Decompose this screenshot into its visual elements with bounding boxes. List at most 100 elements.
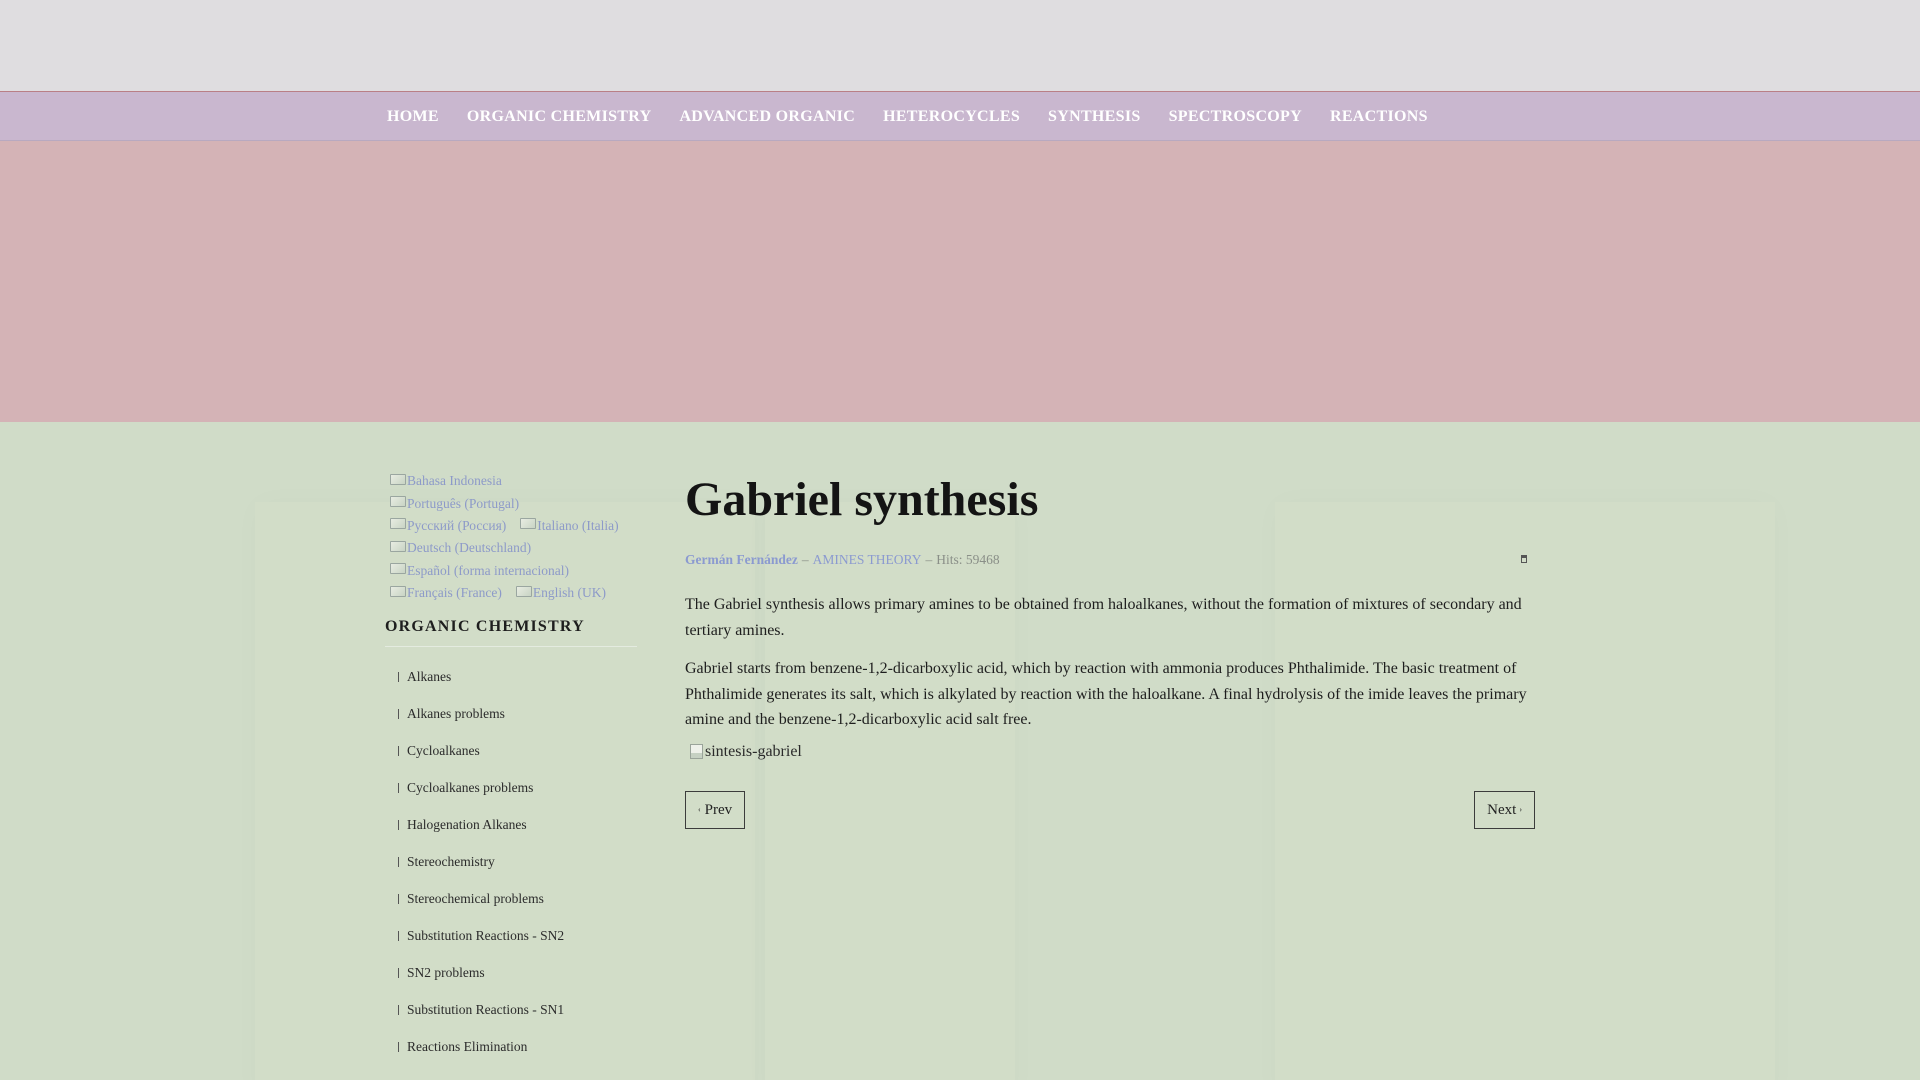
flag-icon bbox=[520, 518, 537, 530]
sidebar-item-cycloalkanes[interactable]: Cycloalkanes bbox=[385, 743, 637, 780]
print-icon[interactable] bbox=[1521, 555, 1527, 563]
flag-icon bbox=[515, 585, 532, 597]
language-label: Deutsch (Deutschland) bbox=[407, 540, 532, 556]
sidebar-item-substitution-sn1[interactable]: Substitution Reactions - SN1 bbox=[385, 1002, 637, 1039]
author-link[interactable]: Germán Fernández bbox=[685, 552, 798, 568]
bullet-icon bbox=[398, 1042, 401, 1053]
bullet-icon bbox=[398, 894, 401, 905]
sidebar-item-label: Cycloalkanes bbox=[407, 743, 480, 759]
page-title: Gabriel synthesis bbox=[685, 473, 1039, 526]
article-meta: Germán Fernández – AMINES THEORY – Hits:… bbox=[685, 552, 1535, 568]
nav-item-advanced-organic[interactable]: ADVANCED ORGANIC bbox=[679, 108, 855, 126]
language-switcher: Bahasa Indonesia Português (Portugal) Ру… bbox=[385, 470, 637, 604]
language-label: Bahasa Indonesia bbox=[407, 473, 502, 489]
nav-item-heterocycles[interactable]: HETEROCYCLES bbox=[883, 108, 1020, 126]
language-link-deutsch[interactable]: Deutsch (Deutschland) bbox=[390, 537, 531, 559]
sidebar-item-label: Stereochemical problems bbox=[407, 891, 544, 907]
language-link-bahasa-indonesia[interactable]: Bahasa Indonesia bbox=[390, 470, 502, 492]
language-label: Español (forma internacional) bbox=[407, 562, 569, 578]
language-label: Italiano (Italia) bbox=[537, 517, 619, 533]
article-main: Gabriel synthesis Germán Fernández – AMI… bbox=[685, 470, 1535, 829]
chevron-left-icon: ‹ bbox=[698, 804, 701, 814]
sidebar-item-stereochemical-problems[interactable]: Stereochemical problems bbox=[385, 891, 637, 928]
language-row: Português (Portugal) bbox=[390, 492, 637, 514]
nav-item-spectroscopy[interactable]: SPECTROSCOPY bbox=[1169, 108, 1302, 126]
language-label: Português (Portugal) bbox=[407, 495, 520, 511]
bullet-icon bbox=[398, 820, 401, 831]
article-paragraph: The Gabriel synthesis allows primary ami… bbox=[685, 596, 1522, 639]
bullet-icon bbox=[398, 1005, 401, 1016]
language-row: Español (forma internacional) bbox=[390, 560, 637, 582]
sidebar-item-halogenation-alkanes[interactable]: Halogenation Alkanes bbox=[385, 817, 637, 854]
next-button[interactable]: Next › bbox=[1474, 790, 1535, 829]
bullet-icon bbox=[398, 709, 401, 720]
language-row: Français (France) English (UK) bbox=[390, 582, 637, 604]
sidebar-item-label: Stereochemistry bbox=[407, 854, 495, 870]
sidebar-item-sn2-problems[interactable]: SN2 problems bbox=[385, 965, 637, 1002]
sidebar-item-label: Alkanes problems bbox=[407, 706, 505, 722]
flag-icon bbox=[390, 585, 406, 597]
image-alt-text: sintesis-gabriel bbox=[705, 742, 802, 760]
sidebar-item-label: Reactions Elimination bbox=[407, 1039, 528, 1055]
flag-icon bbox=[390, 473, 406, 485]
sidebar-item-label: SN2 problems bbox=[407, 965, 485, 981]
nav-item-home[interactable]: HOME bbox=[387, 108, 439, 126]
chevron-right-icon: › bbox=[1519, 804, 1522, 814]
nav-item-synthesis[interactable]: SYNTHESIS bbox=[1048, 108, 1141, 126]
bullet-icon bbox=[398, 783, 401, 794]
flag-icon bbox=[390, 496, 406, 508]
flag-icon bbox=[390, 540, 406, 552]
language-link-espanol[interactable]: Español (forma internacional) bbox=[390, 560, 569, 582]
pagination: ‹ Prev Next › bbox=[685, 790, 1535, 829]
top-header bbox=[0, 0, 1920, 92]
language-link-english[interactable]: English (UK) bbox=[515, 582, 606, 604]
bullet-icon bbox=[398, 857, 401, 868]
article-image: sintesis-gabriel bbox=[690, 743, 1535, 761]
sidebar-item-stereochemistry[interactable]: Stereochemistry bbox=[385, 854, 637, 891]
sidebar-item-alkanes[interactable]: Alkanes bbox=[385, 669, 637, 706]
language-label: Русский (Россия) bbox=[407, 517, 507, 533]
broken-image-icon bbox=[690, 744, 703, 759]
category-link[interactable]: AMINES THEORY bbox=[813, 552, 922, 568]
sidebar-item-substitution-sn2[interactable]: Substitution Reactions - SN2 bbox=[385, 928, 637, 965]
bullet-icon bbox=[398, 931, 401, 942]
nav-item-reactions[interactable]: REACTIONS bbox=[1330, 108, 1428, 126]
language-row: Deutsch (Deutschland) bbox=[390, 537, 637, 559]
meta-separator: – bbox=[925, 552, 933, 567]
sidebar: Bahasa Indonesia Português (Portugal) Ру… bbox=[385, 470, 637, 1076]
sidebar-item-cycloalkanes-problems[interactable]: Cycloalkanes problems bbox=[385, 780, 637, 817]
language-link-russian[interactable]: Русский (Россия) bbox=[390, 515, 506, 537]
bullet-icon bbox=[398, 672, 401, 683]
nav-item-organic-chemistry[interactable]: ORGANIC CHEMISTRY bbox=[467, 108, 652, 126]
language-label: English (UK) bbox=[532, 585, 606, 601]
language-link-portugues[interactable]: Português (Portugal) bbox=[390, 492, 519, 514]
language-link-italiano[interactable]: Italiano (Italia) bbox=[520, 515, 619, 537]
sidebar-item-alkanes-problems[interactable]: Alkanes problems bbox=[385, 706, 637, 743]
prev-label: Prev bbox=[704, 801, 733, 818]
next-label: Next bbox=[1487, 801, 1517, 818]
sidebar-item-label: Cycloalkanes problems bbox=[407, 780, 534, 796]
flag-icon bbox=[390, 563, 406, 575]
language-row: Русский (Россия) Italiano (Italia) bbox=[390, 515, 637, 537]
article-paragraph: Gabriel starts from benzene-1,2-dicarbox… bbox=[685, 660, 1527, 728]
bullet-icon bbox=[398, 746, 401, 757]
banner-area bbox=[0, 141, 1920, 422]
sidebar-item-label: Substitution Reactions - SN1 bbox=[407, 1002, 565, 1018]
sidebar-item-label: Alkanes bbox=[407, 669, 452, 685]
main-navbar: HOME ORGANIC CHEMISTRY ADVANCED ORGANIC … bbox=[0, 92, 1920, 141]
language-label: Français (France) bbox=[407, 585, 502, 601]
prev-button[interactable]: ‹ Prev bbox=[685, 790, 746, 829]
meta-separator: – bbox=[801, 552, 809, 567]
hits-count: Hits: 59468 bbox=[936, 552, 1000, 567]
sidebar-item-reactions-elimination[interactable]: Reactions Elimination bbox=[385, 1039, 637, 1076]
sidebar-menu: Alkanes Alkanes problems Cycloalkanes Cy… bbox=[385, 669, 637, 1076]
sidebar-item-label: Substitution Reactions - SN2 bbox=[407, 928, 565, 944]
article-body: The Gabriel synthesis allows primary ami… bbox=[685, 592, 1535, 733]
bullet-icon bbox=[398, 968, 401, 979]
language-link-francais[interactable]: Français (France) bbox=[390, 582, 502, 604]
nav-menu: HOME ORGANIC CHEMISTRY ADVANCED ORGANIC … bbox=[373, 92, 1442, 141]
language-row: Bahasa Indonesia bbox=[390, 470, 637, 492]
sidebar-title: ORGANIC CHEMISTRY bbox=[385, 618, 637, 648]
sidebar-item-label: Halogenation Alkanes bbox=[407, 817, 527, 833]
flag-icon bbox=[390, 518, 406, 530]
